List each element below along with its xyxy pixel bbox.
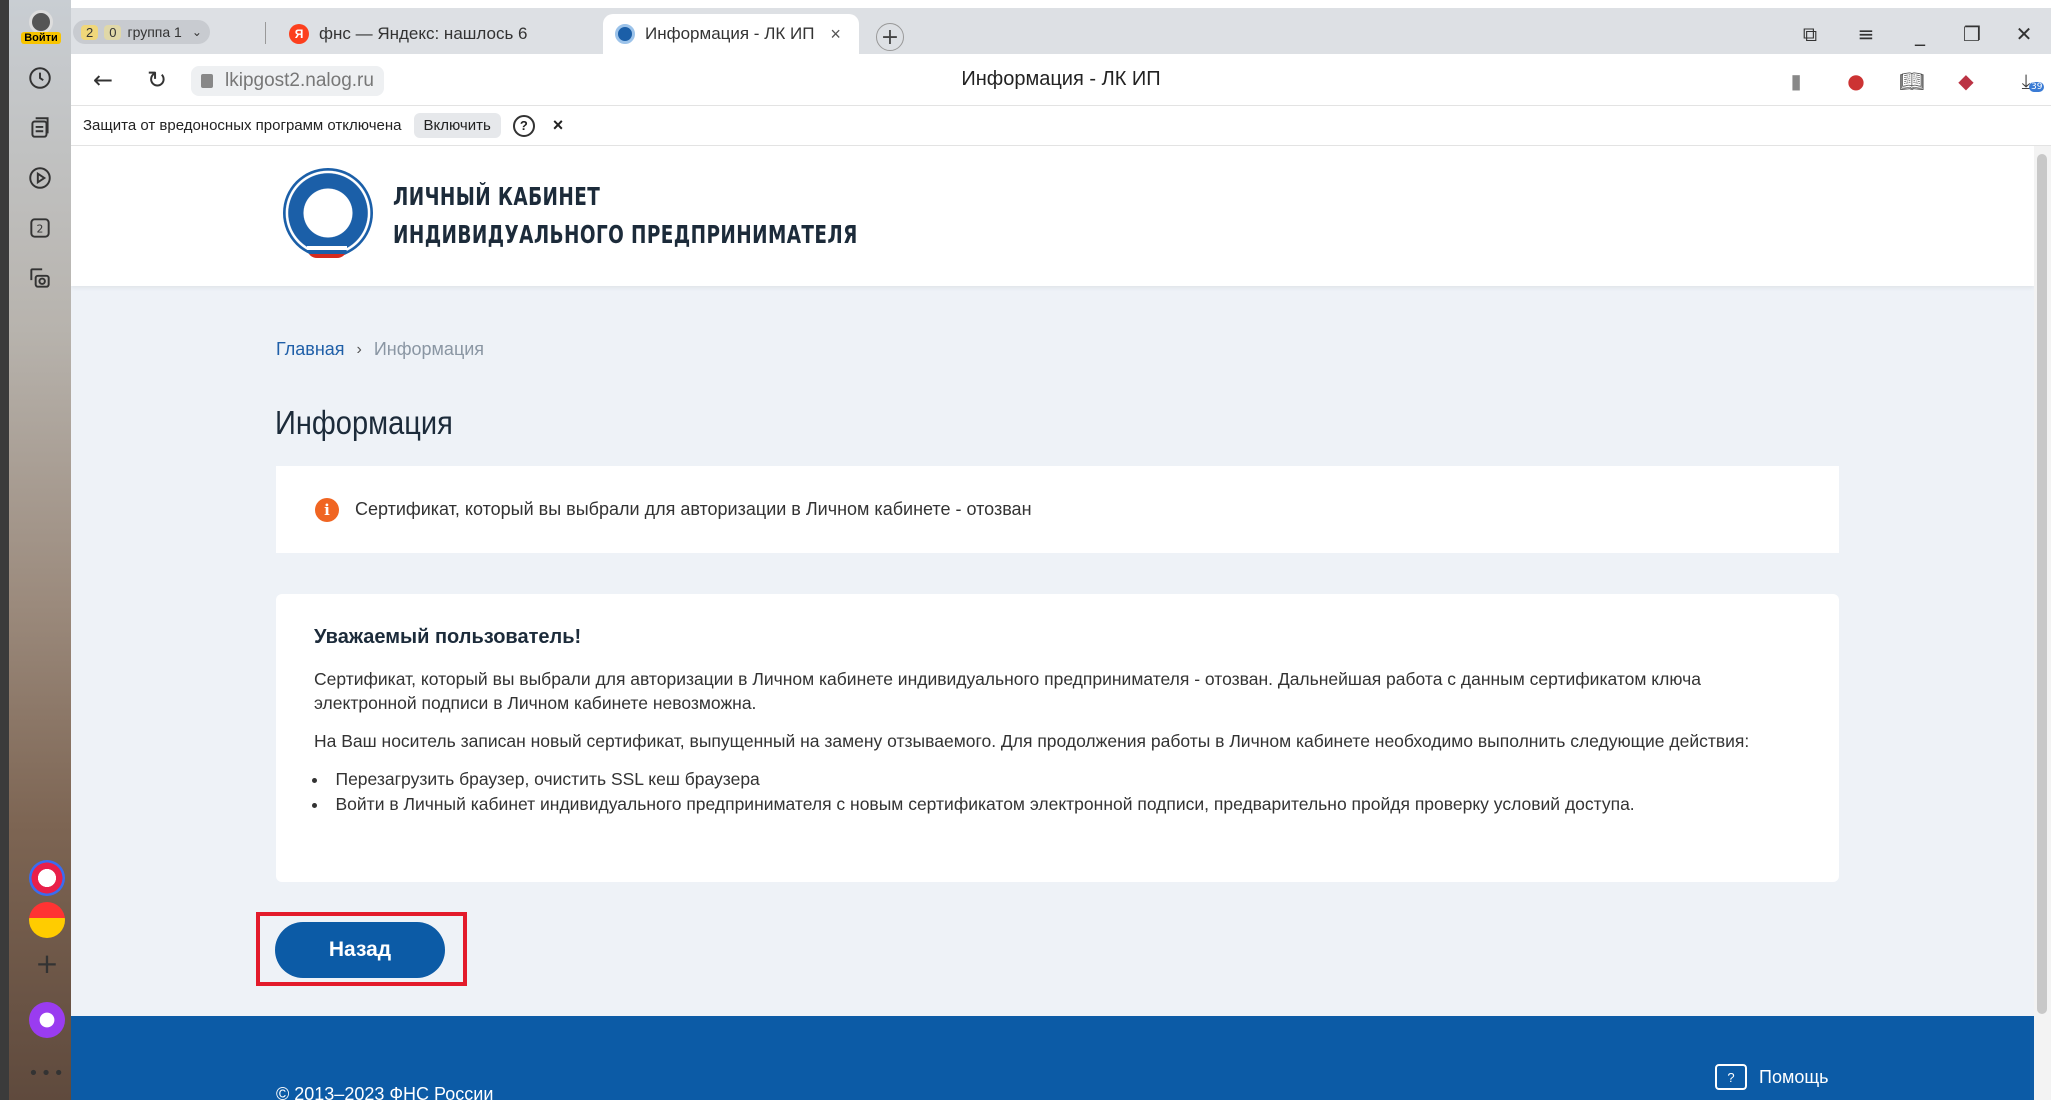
back-arrow-icon[interactable]: ←: [87, 64, 119, 96]
site-brand[interactable]: ЛИЧНЫЙ КАБИНЕТ ИНДИВИДУАЛЬНОГО ПРЕДПРИНИ…: [393, 178, 858, 254]
new-tab-button[interactable]: +: [876, 23, 904, 51]
lock-icon: [201, 74, 213, 88]
help-label: Помощь: [1759, 1066, 1829, 1087]
messenger-app-icon[interactable]: [29, 860, 65, 896]
restore-icon[interactable]: ❐: [1957, 22, 1987, 46]
url-field[interactable]: lkipgost2.nalog.ru: [191, 66, 384, 96]
breadcrumb-home-link[interactable]: Главная: [276, 339, 345, 360]
mail-app-icon[interactable]: [29, 902, 65, 938]
login-label: Войти: [21, 32, 61, 44]
close-tab-icon[interactable]: ×: [830, 24, 841, 45]
russian-flag-ribbon: [307, 246, 347, 258]
history-icon[interactable]: [22, 60, 58, 96]
url-text: lkipgost2.nalog.ru: [225, 70, 374, 91]
minimize-icon[interactable]: _: [1905, 22, 1935, 46]
tab-manager-icon[interactable]: ⧉: [1795, 22, 1825, 46]
tab-label: фнс — Яндекс: нашлось 6: [319, 24, 528, 43]
close-window-icon[interactable]: ✕: [2009, 22, 2039, 46]
card-paragraph-2: На Ваш носитель записан новый сертификат…: [314, 731, 1750, 751]
revoked-alert: i Сертификат, который вы выбрали для авт…: [276, 466, 1839, 553]
login-avatar[interactable]: Войти: [21, 10, 61, 52]
yandex-icon: Я: [289, 24, 309, 44]
downloads-icon[interactable]: ⤓ 39: [2011, 66, 2045, 96]
reload-icon[interactable]: ↻: [141, 64, 173, 96]
steps-list: Перезагрузить браузер, очистить SSL кеш …: [312, 767, 1801, 817]
back-button[interactable]: Назад: [275, 922, 445, 978]
scrollbar-thumb[interactable]: [2037, 154, 2047, 1014]
menu-icon[interactable]: ≡: [1851, 22, 1881, 46]
card-heading: Уважаемый пользователь!: [314, 626, 582, 648]
window-frame: [0, 0, 9, 1100]
bookmark-icon[interactable]: ▮: [1781, 66, 1811, 96]
tab-group-name: группа 1: [127, 24, 182, 40]
info-icon: i: [315, 497, 339, 522]
chat-help-icon: ?: [1715, 1064, 1747, 1090]
step-item: Перезагрузить браузер, очистить SSL кеш …: [312, 767, 1801, 792]
svg-text:2: 2: [37, 222, 44, 235]
page-heading: Информация: [275, 404, 453, 441]
collections-icon[interactable]: [22, 110, 58, 146]
breadcrumb: Главная › Информация: [276, 339, 484, 360]
tab-group-count: 2: [81, 24, 99, 40]
screenshot-icon[interactable]: [22, 260, 58, 296]
more-apps-icon[interactable]: •••: [28, 1055, 65, 1091]
site-header: ЛИЧНЫЙ КАБИНЕТ ИНДИВИДУАЛЬНОГО ПРЕДПРИНИ…: [71, 146, 2034, 286]
alert-text: Сертификат, который вы выбрали для автор…: [355, 499, 1032, 519]
protection-message: Защита от вредоносных программ отключена: [83, 117, 402, 134]
extension-icon[interactable]: ◆: [1951, 66, 1981, 96]
copyright-text: © 2013–2023 ФНС России: [276, 1084, 494, 1100]
help-link[interactable]: ? Помощь: [1715, 1064, 1829, 1090]
help-icon[interactable]: ?: [512, 114, 535, 137]
protection-warning-bar: Защита от вредоносных программ отключена…: [71, 106, 2051, 146]
user-icon: [29, 10, 53, 34]
tab-information[interactable]: Информация - ЛК ИП ×: [603, 14, 859, 54]
close-bar-icon[interactable]: ×: [553, 115, 564, 136]
brand-line-1: ЛИЧНЫЙ КАБИНЕТ: [393, 182, 601, 211]
reader-icon[interactable]: 📖︎: [1897, 66, 1927, 96]
web-page: ЛИЧНЫЙ КАБИНЕТ ИНДИВИДУАЛЬНОГО ПРЕДПРИНИ…: [71, 146, 2034, 1100]
add-app-icon[interactable]: +: [29, 945, 65, 981]
step-item: Войти в Личный кабинет индивидуального п…: [312, 792, 1801, 817]
chevron-right-icon: ›: [356, 340, 362, 358]
video-icon[interactable]: [22, 160, 58, 196]
brand-line-2: ИНДИВИДУАЛЬНОГО ПРЕДПРИНИМАТЕЛЯ: [393, 220, 858, 249]
tabs-count-icon[interactable]: 2: [22, 210, 58, 246]
breadcrumb-current: Информация: [373, 339, 485, 359]
tab-yandex-search[interactable]: Я фнс — Яндекс: нашлось 6: [277, 14, 599, 54]
site-footer: © 2013–2023 ФНС России ? Помощь: [71, 1016, 2034, 1100]
card-paragraph-1: Сертификат, который вы выбрали для автор…: [314, 669, 1701, 713]
extension-avatar-icon[interactable]: ●: [1841, 66, 1871, 96]
browser-sidebar: Войти 2 + •••: [9, 0, 71, 1100]
tab-group-zero: 0: [104, 24, 122, 40]
alice-assistant-icon[interactable]: [29, 1002, 65, 1038]
fns-icon: [615, 24, 635, 44]
tab-label: Информация - ЛК ИП: [645, 24, 815, 43]
fns-logo-emblem[interactable]: [283, 168, 373, 258]
chevron-down-icon: ⌄: [191, 25, 202, 39]
enable-protection-button[interactable]: Включить: [413, 113, 501, 138]
address-bar: ← ↻ lkipgost2.nalog.ru Информация - ЛК И…: [71, 54, 2051, 106]
tab-divider: [265, 22, 266, 44]
info-card: Уважаемый пользователь! Сертификат, кото…: [276, 594, 1839, 882]
page-scrollbar[interactable]: [2034, 146, 2051, 1100]
tab-strip: 2 0 группа 1 ⌄ Я фнс — Яндекс: нашлось 6…: [71, 8, 2051, 54]
tab-group-selector[interactable]: 2 0 группа 1 ⌄: [73, 20, 210, 44]
downloads-badge: 39: [2029, 82, 2045, 92]
